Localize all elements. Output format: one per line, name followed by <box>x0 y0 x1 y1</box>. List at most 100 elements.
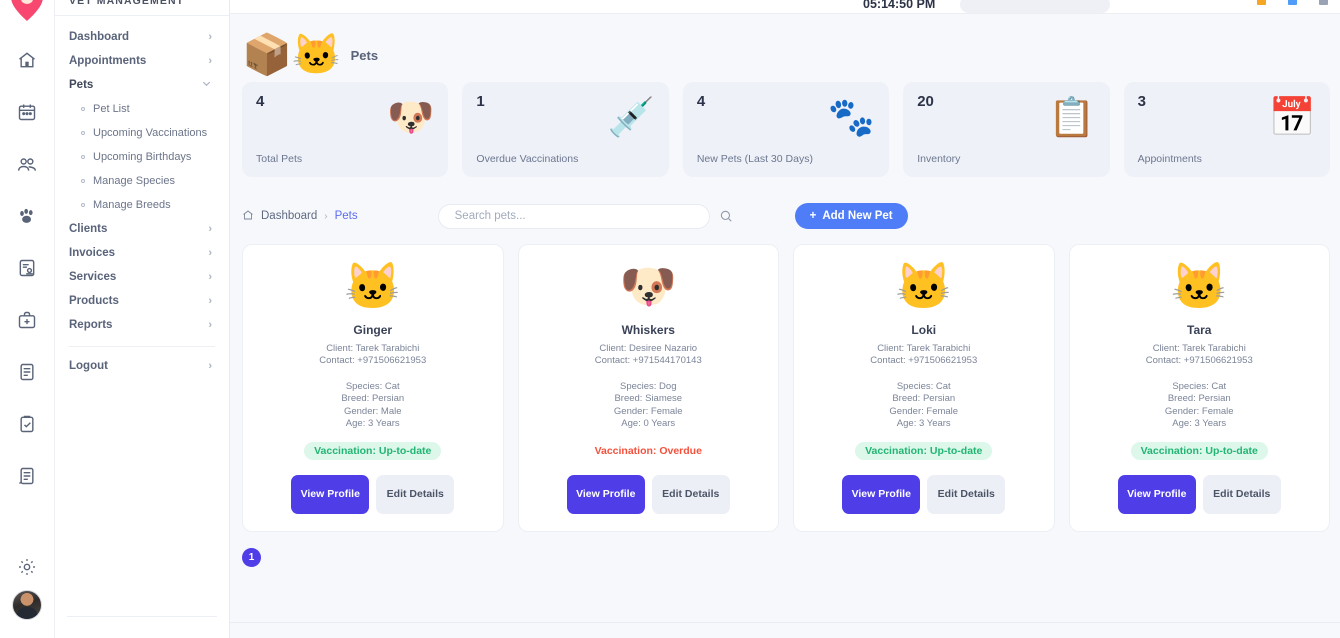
sidebar-item-label: Products <box>69 295 119 307</box>
vaccination-status-badge: Vaccination: Up-to-date <box>304 441 442 460</box>
pet-card[interactable]: 🐱 Tara Client: Tarek Tarabichi Contact: … <box>1068 244 1330 532</box>
message-icon[interactable] <box>1288 0 1297 5</box>
sidebar-item-clients[interactable]: Clients › <box>67 217 217 241</box>
pet-card-actions: View Profile Edit Details <box>566 474 730 514</box>
pet-age: Age: 3 Years <box>896 417 951 429</box>
sidebar-subitem-label: Pet List <box>93 103 130 115</box>
book-icon[interactable] <box>12 357 42 387</box>
calendar-medical-icon: 📅 <box>1268 97 1317 139</box>
pet-breed: Breed: Persian <box>1167 393 1231 405</box>
report-icon[interactable] <box>12 461 42 491</box>
pet-avatar-icon: 🐱 <box>344 260 402 312</box>
invoice-icon[interactable] <box>12 253 42 283</box>
settings-icon[interactable] <box>1319 0 1328 5</box>
calendar-icon[interactable] <box>12 97 42 127</box>
add-new-pet-button[interactable]: + Add New Pet <box>794 203 908 229</box>
gear-icon[interactable] <box>12 552 42 582</box>
add-new-pet-label: Add New Pet <box>822 210 893 222</box>
pet-name: Loki <box>911 323 937 337</box>
edit-details-button[interactable]: Edit Details <box>651 474 730 514</box>
users-icon[interactable] <box>12 149 42 179</box>
sidebar-item-appointments[interactable]: Appointments › <box>67 49 217 73</box>
pagination-page-1[interactable]: 1 <box>242 548 261 567</box>
stat-label: Inventory <box>917 153 961 165</box>
plus-icon: + <box>809 210 817 222</box>
bullet-icon <box>81 155 85 159</box>
stat-label: Total Pets <box>256 153 303 165</box>
edit-details-button[interactable]: Edit Details <box>1202 474 1281 514</box>
sidebar-item-label: Dashboard <box>69 31 130 43</box>
sidebar-item-reports[interactable]: Reports › <box>67 313 217 337</box>
stat-card-appointments[interactable]: 3 Appointments 📅 <box>1123 82 1331 177</box>
icon-rail <box>0 0 55 638</box>
stat-label: Appointments <box>1137 153 1202 165</box>
stat-card-inventory[interactable]: 20 Inventory 📋 <box>903 82 1110 177</box>
inventory-chart-icon: 📋 <box>1048 97 1096 139</box>
vaccination-status-badge: Vaccination: Overdue <box>594 444 702 457</box>
home-icon[interactable] <box>12 45 42 75</box>
page-header: 📦🐱 Pets <box>230 14 1340 82</box>
sidebar-item-products[interactable]: Products › <box>67 289 217 313</box>
pet-name: Ginger <box>353 323 393 337</box>
pet-species: Species: Cat <box>345 381 400 393</box>
paw-icon[interactable] <box>12 201 42 231</box>
search-icon[interactable] <box>719 209 733 223</box>
sidebar-item-services[interactable]: Services › <box>67 265 217 289</box>
chevron-right-icon: › <box>208 246 212 259</box>
pet-client: Client: Tarek Tarabichi <box>877 343 971 354</box>
chevron-right-icon: › <box>208 270 212 283</box>
bullet-icon <box>81 179 85 183</box>
clipboard-check-icon[interactable] <box>12 409 42 439</box>
pet-card[interactable]: 🐱 Ginger Client: Tarek Tarabichi Contact… <box>242 244 504 532</box>
notification-icon[interactable] <box>1257 0 1266 5</box>
chevron-right-icon: › <box>208 294 212 307</box>
sidebar-subitem-pet-list[interactable]: Pet List <box>67 97 217 121</box>
sidebar-item-pets[interactable]: Pets <box>67 73 217 97</box>
avatar[interactable] <box>12 590 42 620</box>
sidebar-item-label: Clients <box>69 223 108 235</box>
pet-client: Client: Tarek Tarabichi <box>1152 343 1246 354</box>
edit-details-button[interactable]: Edit Details <box>927 474 1006 514</box>
sidebar-item-logout[interactable]: Logout › <box>67 354 217 378</box>
stat-card-overdue-vaccinations[interactable]: 1 Overdue Vaccinations 💉 <box>462 82 669 177</box>
chevron-right-icon: › <box>208 318 212 331</box>
topbar-search-pill[interactable] <box>960 0 1110 13</box>
sidebar-subitem-upcoming-birthdays[interactable]: Upcoming Birthdays <box>67 145 217 169</box>
sidebar-subitem-manage-species[interactable]: Manage Species <box>67 169 217 193</box>
search-input[interactable] <box>437 203 710 229</box>
chevron-down-icon <box>201 78 212 92</box>
chevron-right-icon: › <box>208 222 212 235</box>
stat-card-row: 4 Total Pets 🐶 1 Overdue Vaccinations 💉 … <box>230 82 1340 177</box>
sidebar-subitem-upcoming-vaccinations[interactable]: Upcoming Vaccinations <box>67 121 217 145</box>
view-profile-button[interactable]: View Profile <box>566 474 645 514</box>
pet-owner-info: Client: Tarek Tarabichi Contact: +971506… <box>870 343 977 367</box>
sidebar-item-invoices[interactable]: Invoices › <box>67 241 217 265</box>
view-profile-button[interactable]: View Profile <box>291 474 370 514</box>
breadcrumb-dashboard[interactable]: Dashboard <box>261 210 317 222</box>
pet-gender: Gender: Female <box>1164 405 1234 417</box>
pet-avatar-icon: 🐱 <box>895 260 953 312</box>
sidebar-subitem-manage-breeds[interactable]: Manage Breeds <box>67 193 217 217</box>
sidebar-subitem-label: Manage Species <box>93 175 175 187</box>
pet-attributes: Species: Dog Breed: Siamese Gender: Fema… <box>614 381 683 430</box>
view-profile-button[interactable]: View Profile <box>1117 474 1196 514</box>
sidebar-item-dashboard[interactable]: Dashboard › <box>67 25 217 49</box>
home-icon[interactable] <box>242 209 254 224</box>
pet-card[interactable]: 🐶 Whiskers Client: Desiree Nazario Conta… <box>517 244 779 532</box>
pet-card-actions: View Profile Edit Details <box>291 474 455 514</box>
stat-card-new-pets[interactable]: 4 New Pets (Last 30 Days) 🐾 <box>682 82 890 177</box>
stat-card-total-pets[interactable]: 4 Total Pets 🐶 <box>242 82 449 177</box>
pet-species: Species: Dog <box>619 381 677 393</box>
sidebar-item-label: Pets <box>69 79 94 91</box>
medical-kit-icon[interactable] <box>12 305 42 335</box>
chevron-right-icon: › <box>208 54 212 67</box>
breadcrumb-separator: › <box>324 210 328 222</box>
edit-details-button[interactable]: Edit Details <box>376 474 455 514</box>
dog-cat-icon: 🐶 <box>387 97 435 139</box>
page-title: Pets <box>350 47 379 63</box>
view-profile-button[interactable]: View Profile <box>842 474 921 514</box>
pet-card[interactable]: 🐱 Loki Client: Tarek Tarabichi Contact: … <box>793 244 1055 532</box>
top-bar: 05:14:50 PM <box>230 0 1340 14</box>
clock-display: 05:14:50 PM <box>863 0 936 11</box>
pet-breed: Breed: Persian <box>341 393 405 405</box>
